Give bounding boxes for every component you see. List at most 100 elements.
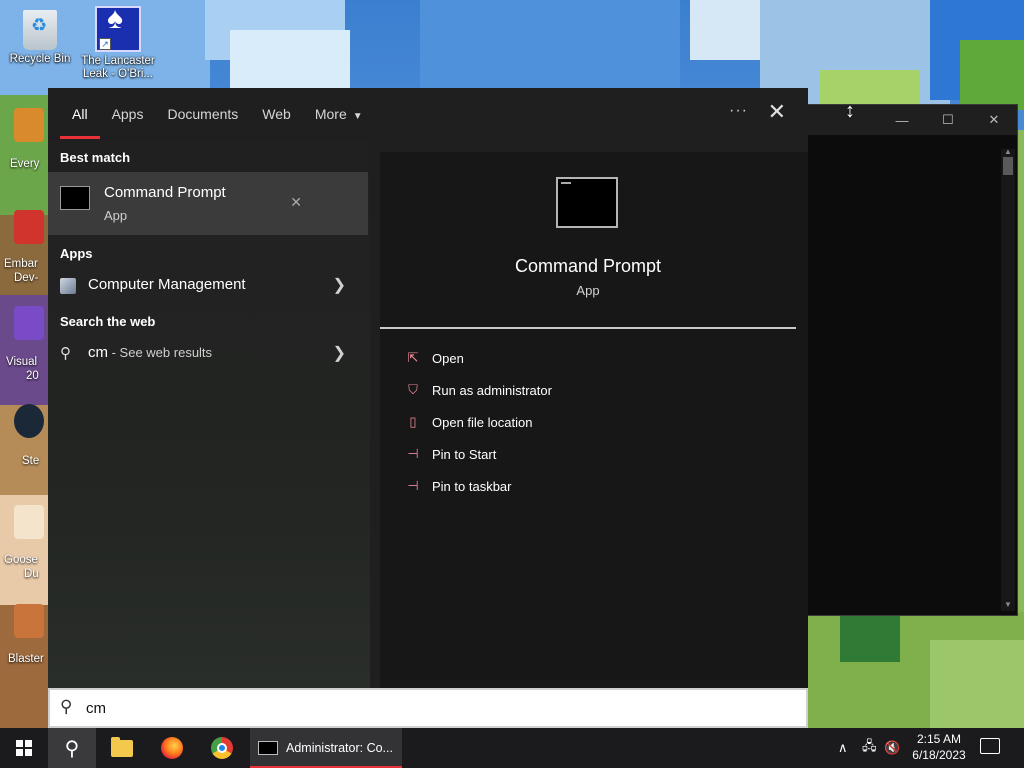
- clock[interactable]: 2:15 AM 6/18/2023: [906, 731, 972, 763]
- search-box: ⚲: [48, 688, 808, 728]
- close-icon[interactable]: ✕: [971, 112, 1017, 128]
- scrollbar-thumb[interactable]: [1003, 157, 1013, 175]
- action-label: Pin to Start: [432, 446, 497, 462]
- web-hint: - See web results: [108, 345, 213, 360]
- search-icon: ⚲: [64, 737, 80, 760]
- search-tabs: All Apps Documents Web More ▼: [48, 88, 808, 140]
- list-item-computer-management[interactable]: Computer Management ❯: [48, 266, 368, 306]
- desktop-icon-label: Ste: [22, 455, 40, 467]
- task-label: Administrator: Co...: [286, 741, 393, 755]
- search-icon: ⚲: [60, 345, 71, 362]
- recycle-bin-icon: [23, 10, 57, 50]
- search-input[interactable]: [86, 696, 786, 720]
- scrollbar[interactable]: ▲ ▼: [1001, 147, 1015, 611]
- tab-more[interactable]: More ▼: [303, 88, 375, 140]
- web-query: cm: [88, 344, 108, 361]
- desktop-icon-label: Du: [24, 568, 39, 580]
- scroll-up-icon[interactable]: ▲: [1004, 147, 1012, 156]
- chrome-icon: [211, 737, 233, 759]
- action-open-file-location[interactable]: ▯ Open file location: [404, 410, 532, 434]
- results-list: Best match Command Prompt App ✕ Apps Com…: [48, 140, 370, 688]
- background-cmd-window[interactable]: — ☐ ✕ ▲ ▼: [800, 104, 1018, 616]
- command-prompt-icon: [60, 186, 90, 210]
- desktop-icon-label: Embar: [4, 258, 38, 270]
- action-open[interactable]: ⇱ Open: [404, 346, 464, 370]
- volume-muted-icon[interactable]: 🔇: [884, 728, 902, 768]
- scroll-down-icon[interactable]: ▼: [1004, 600, 1012, 609]
- chevron-right-icon[interactable]: ❯: [333, 275, 346, 295]
- file-location-icon: ▯: [409, 414, 417, 429]
- tab-web[interactable]: Web: [250, 88, 303, 140]
- section-title-apps: Apps: [60, 246, 93, 261]
- app-shortcut-icon[interactable]: [14, 210, 44, 244]
- search-panel: All Apps Documents Web More ▼ ··· ✕ Best …: [48, 88, 808, 728]
- desktop-icon-label: Visual: [6, 356, 38, 368]
- web-search-text: cm - See web results: [88, 344, 212, 361]
- taskbar-task-command-prompt[interactable]: Administrator: Co...: [250, 728, 402, 768]
- tab-label: More: [314, 106, 347, 122]
- dismiss-icon[interactable]: ✕: [290, 194, 302, 211]
- action-pin-to-start[interactable]: ⊣ Pin to Start: [404, 442, 496, 466]
- ellipsis-icon[interactable]: ···: [729, 102, 748, 120]
- tab-all[interactable]: All: [60, 88, 100, 140]
- tab-documents[interactable]: Documents: [155, 88, 250, 140]
- start-button[interactable]: [0, 728, 48, 768]
- desktop-icon-label: The Lancaster: [81, 55, 155, 67]
- tab-apps[interactable]: Apps: [100, 88, 156, 140]
- visual-studio-icon[interactable]: [14, 306, 44, 340]
- taskbar-file-explorer[interactable]: [98, 728, 146, 768]
- clock-time: 2:15 AM: [916, 732, 962, 746]
- close-icon[interactable]: ✕: [768, 98, 786, 126]
- desktop-icon-recycle-bin[interactable]: Recycle Bin: [0, 6, 80, 66]
- desktop-icon-label: Recycle Bin: [9, 53, 71, 65]
- desktop-icon-label: Leak - O'Bri...: [83, 68, 153, 80]
- tab-label: Web: [262, 106, 291, 122]
- goose-icon[interactable]: [14, 505, 44, 539]
- taskbar-firefox[interactable]: [148, 728, 196, 768]
- action-run-as-admin[interactable]: ⛉ Run as administrator: [404, 378, 552, 402]
- resize-cursor-icon: ↕: [845, 100, 855, 122]
- app-shortcut-icon[interactable]: [14, 604, 44, 638]
- best-match-item[interactable]: Command Prompt App ✕: [48, 172, 368, 235]
- clock-date: 6/18/2023: [912, 748, 966, 762]
- taskbar-search-button[interactable]: ⚲: [48, 728, 96, 768]
- pin-icon: ⊣: [407, 478, 419, 493]
- minimize-icon[interactable]: —: [879, 113, 925, 128]
- divider: [380, 327, 796, 329]
- window-titlebar[interactable]: — ☐ ✕: [801, 105, 1017, 135]
- list-item-label: Computer Management: [88, 276, 246, 293]
- firefox-icon: [161, 737, 183, 759]
- chevron-right-icon[interactable]: ❯: [333, 343, 346, 363]
- preview-app-name: Command Prompt: [514, 256, 662, 276]
- notifications-icon[interactable]: [980, 738, 1000, 754]
- action-pin-to-taskbar[interactable]: ⊣ Pin to taskbar: [404, 474, 511, 498]
- chevron-up-icon[interactable]: ∧: [838, 728, 854, 768]
- taskbar-chrome[interactable]: [198, 728, 246, 768]
- list-item-web-search[interactable]: ⚲ cm - See web results ❯: [48, 334, 368, 374]
- desktop-icon-label: Blaster: [8, 653, 44, 665]
- preview-app-type: App: [576, 283, 600, 298]
- taskbar: ⚲ Administrator: Co... ∧ 🖧 🔇 2:15 AM 6/1…: [0, 728, 1024, 768]
- search-icon: ⚲: [60, 697, 73, 716]
- tab-label: Apps: [111, 106, 144, 122]
- action-label: Open: [432, 350, 464, 366]
- desktop-icon-label: Every: [10, 158, 40, 170]
- action-label: Run as administrator: [432, 382, 552, 398]
- desktop-icon-lancaster-leak[interactable]: ↗ The Lancaster Leak - O'Bri...: [78, 6, 158, 81]
- best-match-type: App: [104, 208, 128, 223]
- tab-label: All: [72, 106, 88, 122]
- network-icon[interactable]: 🖧: [862, 728, 880, 768]
- shortcut-arrow-icon: ↗: [99, 38, 111, 50]
- desktop-icon-label: Goose: [4, 554, 38, 566]
- pin-icon: ⊣: [407, 446, 419, 461]
- windows-icon: [16, 740, 32, 756]
- computer-management-icon: [60, 278, 76, 294]
- steam-icon[interactable]: [14, 404, 44, 438]
- desktop-icon-label: 20: [26, 370, 39, 382]
- open-icon: ⇱: [407, 350, 419, 365]
- best-match-name: Command Prompt: [104, 184, 226, 201]
- maximize-icon[interactable]: ☐: [925, 112, 971, 128]
- desktop-icon-label: Dev-: [14, 272, 39, 284]
- app-shortcut-icon[interactable]: [14, 108, 44, 142]
- section-title-web: Search the web: [60, 314, 156, 329]
